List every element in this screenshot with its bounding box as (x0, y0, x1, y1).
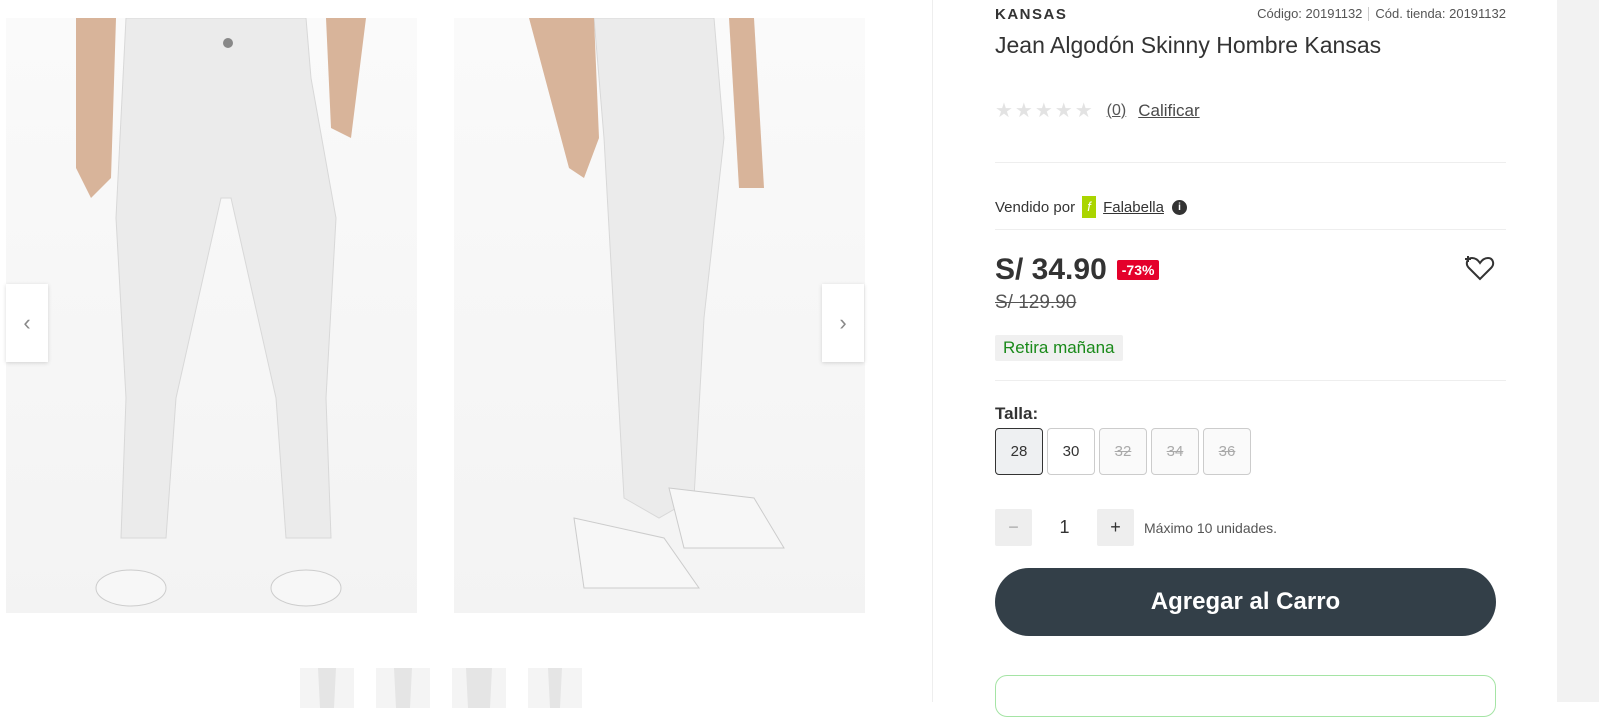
delivery-options-box (995, 675, 1496, 717)
chevron-left-icon: ‹ (23, 310, 31, 335)
size-option-28[interactable]: 28 (995, 428, 1043, 475)
product-info-panel: KANSAS Código: 20191132 Cód. tienda: 201… (995, 0, 1506, 717)
thumbnail[interactable] (528, 668, 582, 708)
rate-product-link[interactable]: Calificar (1138, 101, 1199, 121)
size-option-36[interactable]: 36 (1203, 428, 1251, 475)
wishlist-button[interactable] (1465, 254, 1495, 282)
review-count-link[interactable]: (0) (1107, 102, 1127, 120)
thumbnail[interactable] (376, 668, 430, 708)
pants-front-illustration (76, 18, 366, 607)
product-image-side[interactable] (454, 18, 865, 613)
original-price: S/ 129.90 (995, 292, 1077, 313)
thumbnail-strip (300, 668, 582, 708)
current-price: S/ 34.90 -73% (995, 253, 1160, 287)
seller-row: Vendido por f Falabella i (995, 196, 1187, 218)
divider (995, 229, 1506, 230)
quantity-stepper: − 1 + Máximo 10 unidades. (995, 509, 1277, 546)
thumbnail[interactable] (300, 668, 354, 708)
product-title: Jean Algodón Skinny Hombre Kansas (995, 32, 1382, 58)
product-image-front[interactable] (6, 18, 417, 613)
price-value: S/ 34.90 (995, 253, 1107, 286)
chevron-right-icon: › (839, 310, 847, 335)
heart-plus-icon (1465, 256, 1495, 281)
falabella-logo-icon: f (1082, 196, 1097, 218)
product-codes: Código: 20191132 Cód. tienda: 20191132 (1257, 6, 1506, 21)
sold-by-label: Vendido por (995, 198, 1076, 216)
rating-row: ★★★★★ (0) Calificar (995, 98, 1200, 123)
gallery-next-button[interactable]: › (822, 284, 864, 362)
seller-name-link[interactable]: Falabella (1103, 199, 1164, 216)
quantity-max-note: Máximo 10 unidades. (1144, 519, 1278, 536)
divider (995, 162, 1506, 163)
product-gallery: ‹ › (0, 0, 915, 708)
brand-name[interactable]: KANSAS (995, 6, 1067, 23)
size-option-34[interactable]: 34 (1151, 428, 1199, 475)
discount-badge: -73% (1116, 260, 1160, 280)
size-option-30[interactable]: 30 (1047, 428, 1095, 475)
size-options: 28 30 32 34 36 (995, 428, 1251, 475)
column-divider (932, 0, 933, 702)
page-right-gutter (1557, 0, 1599, 702)
quantity-increase-button[interactable]: + (1097, 509, 1134, 546)
divider (995, 380, 1506, 381)
star-rating-icon: ★★★★★ (995, 100, 1095, 122)
gallery-prev-button[interactable]: ‹ (6, 284, 48, 362)
info-icon[interactable]: i (1171, 199, 1187, 215)
size-option-32[interactable]: 32 (1099, 428, 1147, 475)
quantity-value[interactable]: 1 (1032, 517, 1097, 538)
code-separator (1368, 6, 1370, 21)
size-label: Talla: (995, 404, 1039, 423)
product-code: Código: 20191132 (1257, 6, 1363, 21)
store-code: Cód. tienda: 20191132 (1375, 6, 1506, 21)
thumbnail[interactable] (452, 668, 506, 708)
add-to-cart-button[interactable]: Agregar al Carro (995, 568, 1496, 636)
quantity-decrease-button[interactable]: − (995, 509, 1032, 546)
pickup-badge: Retira mañana (995, 335, 1123, 361)
pants-side-illustration (529, 18, 785, 589)
